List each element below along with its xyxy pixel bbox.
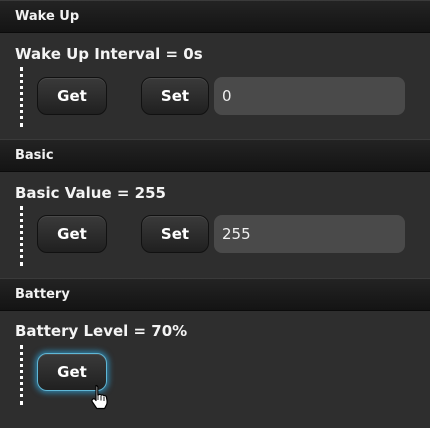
section-header-label: Wake Up: [15, 9, 80, 24]
basic-set-button[interactable]: Set: [141, 215, 209, 253]
battery-level-title: Battery Level = 70%: [15, 322, 188, 340]
tree-connector-dots: [20, 345, 23, 405]
wake-up-interval-title: Wake Up Interval = 0s: [15, 45, 203, 63]
basic-value-title: Basic Value = 255: [15, 184, 166, 202]
section-header-battery: Battery: [0, 278, 430, 311]
section-header-label: Battery: [15, 287, 70, 302]
tree-connector-dots: [20, 206, 23, 266]
command-class-panel: Wake Up Wake Up Interval = 0s Get Set 0 …: [0, 0, 430, 428]
wake-up-get-button[interactable]: Get: [37, 77, 107, 115]
section-header-label: Basic: [15, 148, 54, 163]
basic-value-input[interactable]: 255: [214, 215, 405, 253]
basic-get-button[interactable]: Get: [37, 215, 107, 253]
section-header-basic: Basic: [0, 139, 430, 172]
section-header-wake-up: Wake Up: [0, 0, 430, 33]
tree-connector-dots: [20, 67, 23, 127]
wake-up-set-button[interactable]: Set: [141, 77, 209, 115]
wake-up-interval-input[interactable]: 0: [214, 77, 405, 115]
hand-pointer-icon: [91, 384, 108, 410]
